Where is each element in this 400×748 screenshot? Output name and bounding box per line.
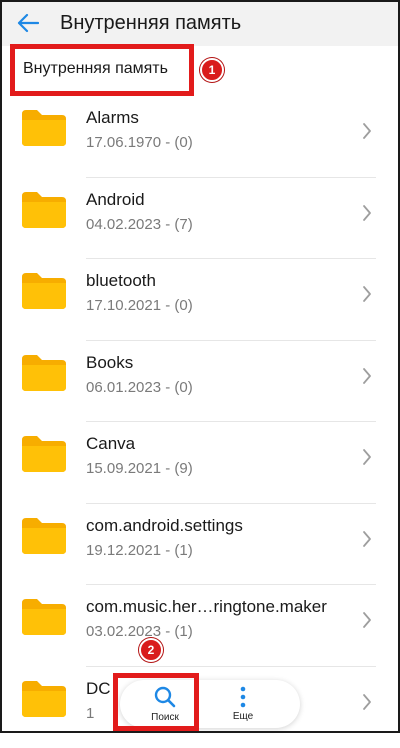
folder-meta: 03.02.2023 - (1) bbox=[86, 623, 193, 640]
folder-icon bbox=[22, 436, 66, 472]
list-item[interactable]: Android 04.02.2023 - (7) bbox=[0, 178, 400, 260]
folder-meta: 17.10.2021 - (0) bbox=[86, 297, 193, 314]
more-button-label: Еще bbox=[233, 711, 253, 722]
chevron-right-icon bbox=[362, 693, 372, 711]
list-item[interactable]: Alarms 17.06.1970 - (0) bbox=[0, 96, 400, 178]
annotation-badge-1: 1 bbox=[200, 58, 224, 82]
folder-icon bbox=[22, 599, 66, 635]
more-vertical-icon bbox=[240, 686, 246, 708]
folder-name: DC bbox=[86, 679, 111, 699]
folder-name: com.music.her…ringtone.maker bbox=[86, 597, 327, 617]
folder-meta: 06.01.2023 - (0) bbox=[86, 379, 193, 396]
chevron-right-icon bbox=[362, 367, 372, 385]
chevron-right-icon bbox=[362, 122, 372, 140]
list-item[interactable]: com.android.settings 19.12.2021 - (1) bbox=[0, 504, 400, 586]
folder-meta: 1 bbox=[86, 705, 94, 722]
list-item[interactable]: com.music.her…ringtone.maker 03.02.2023 … bbox=[0, 585, 400, 667]
chevron-right-icon bbox=[362, 204, 372, 222]
folder-name: Canva bbox=[86, 434, 135, 454]
folder-name: Books bbox=[86, 353, 133, 373]
annotation-badge-2: 2 bbox=[139, 638, 163, 662]
folder-name: Android bbox=[86, 190, 145, 210]
folder-meta: 17.06.1970 - (0) bbox=[86, 134, 193, 151]
folder-icon bbox=[22, 681, 66, 717]
more-button[interactable]: Еще bbox=[198, 680, 288, 728]
folder-meta: 04.02.2023 - (7) bbox=[86, 216, 193, 233]
folder-list: Alarms 17.06.1970 - (0) Android 04.02.20… bbox=[0, 96, 400, 748]
list-item[interactable]: bluetooth 17.10.2021 - (0) bbox=[0, 259, 400, 341]
folder-icon bbox=[22, 273, 66, 309]
folder-icon bbox=[22, 518, 66, 554]
chevron-right-icon bbox=[362, 611, 372, 629]
chevron-right-icon bbox=[362, 448, 372, 466]
highlight-box-2 bbox=[113, 673, 199, 731]
folder-name: bluetooth bbox=[86, 271, 156, 291]
chevron-right-icon bbox=[362, 285, 372, 303]
app-bar: Внутренняя память bbox=[0, 0, 400, 46]
folder-meta: 15.09.2021 - (9) bbox=[86, 460, 193, 477]
folder-icon bbox=[22, 110, 66, 146]
list-item[interactable]: Books 06.01.2023 - (0) bbox=[0, 341, 400, 423]
folder-name: Alarms bbox=[86, 108, 139, 128]
back-button[interactable] bbox=[0, 0, 56, 46]
folder-icon bbox=[22, 192, 66, 228]
list-item[interactable]: Canva 15.09.2021 - (9) bbox=[0, 422, 400, 504]
folder-meta: 19.12.2021 - (1) bbox=[86, 542, 193, 559]
highlight-box-1 bbox=[10, 44, 194, 96]
folder-name: com.android.settings bbox=[86, 516, 243, 536]
page-title: Внутренняя память bbox=[60, 12, 241, 35]
folder-icon bbox=[22, 355, 66, 391]
chevron-right-icon bbox=[362, 530, 372, 548]
arrow-left-icon bbox=[17, 13, 39, 33]
